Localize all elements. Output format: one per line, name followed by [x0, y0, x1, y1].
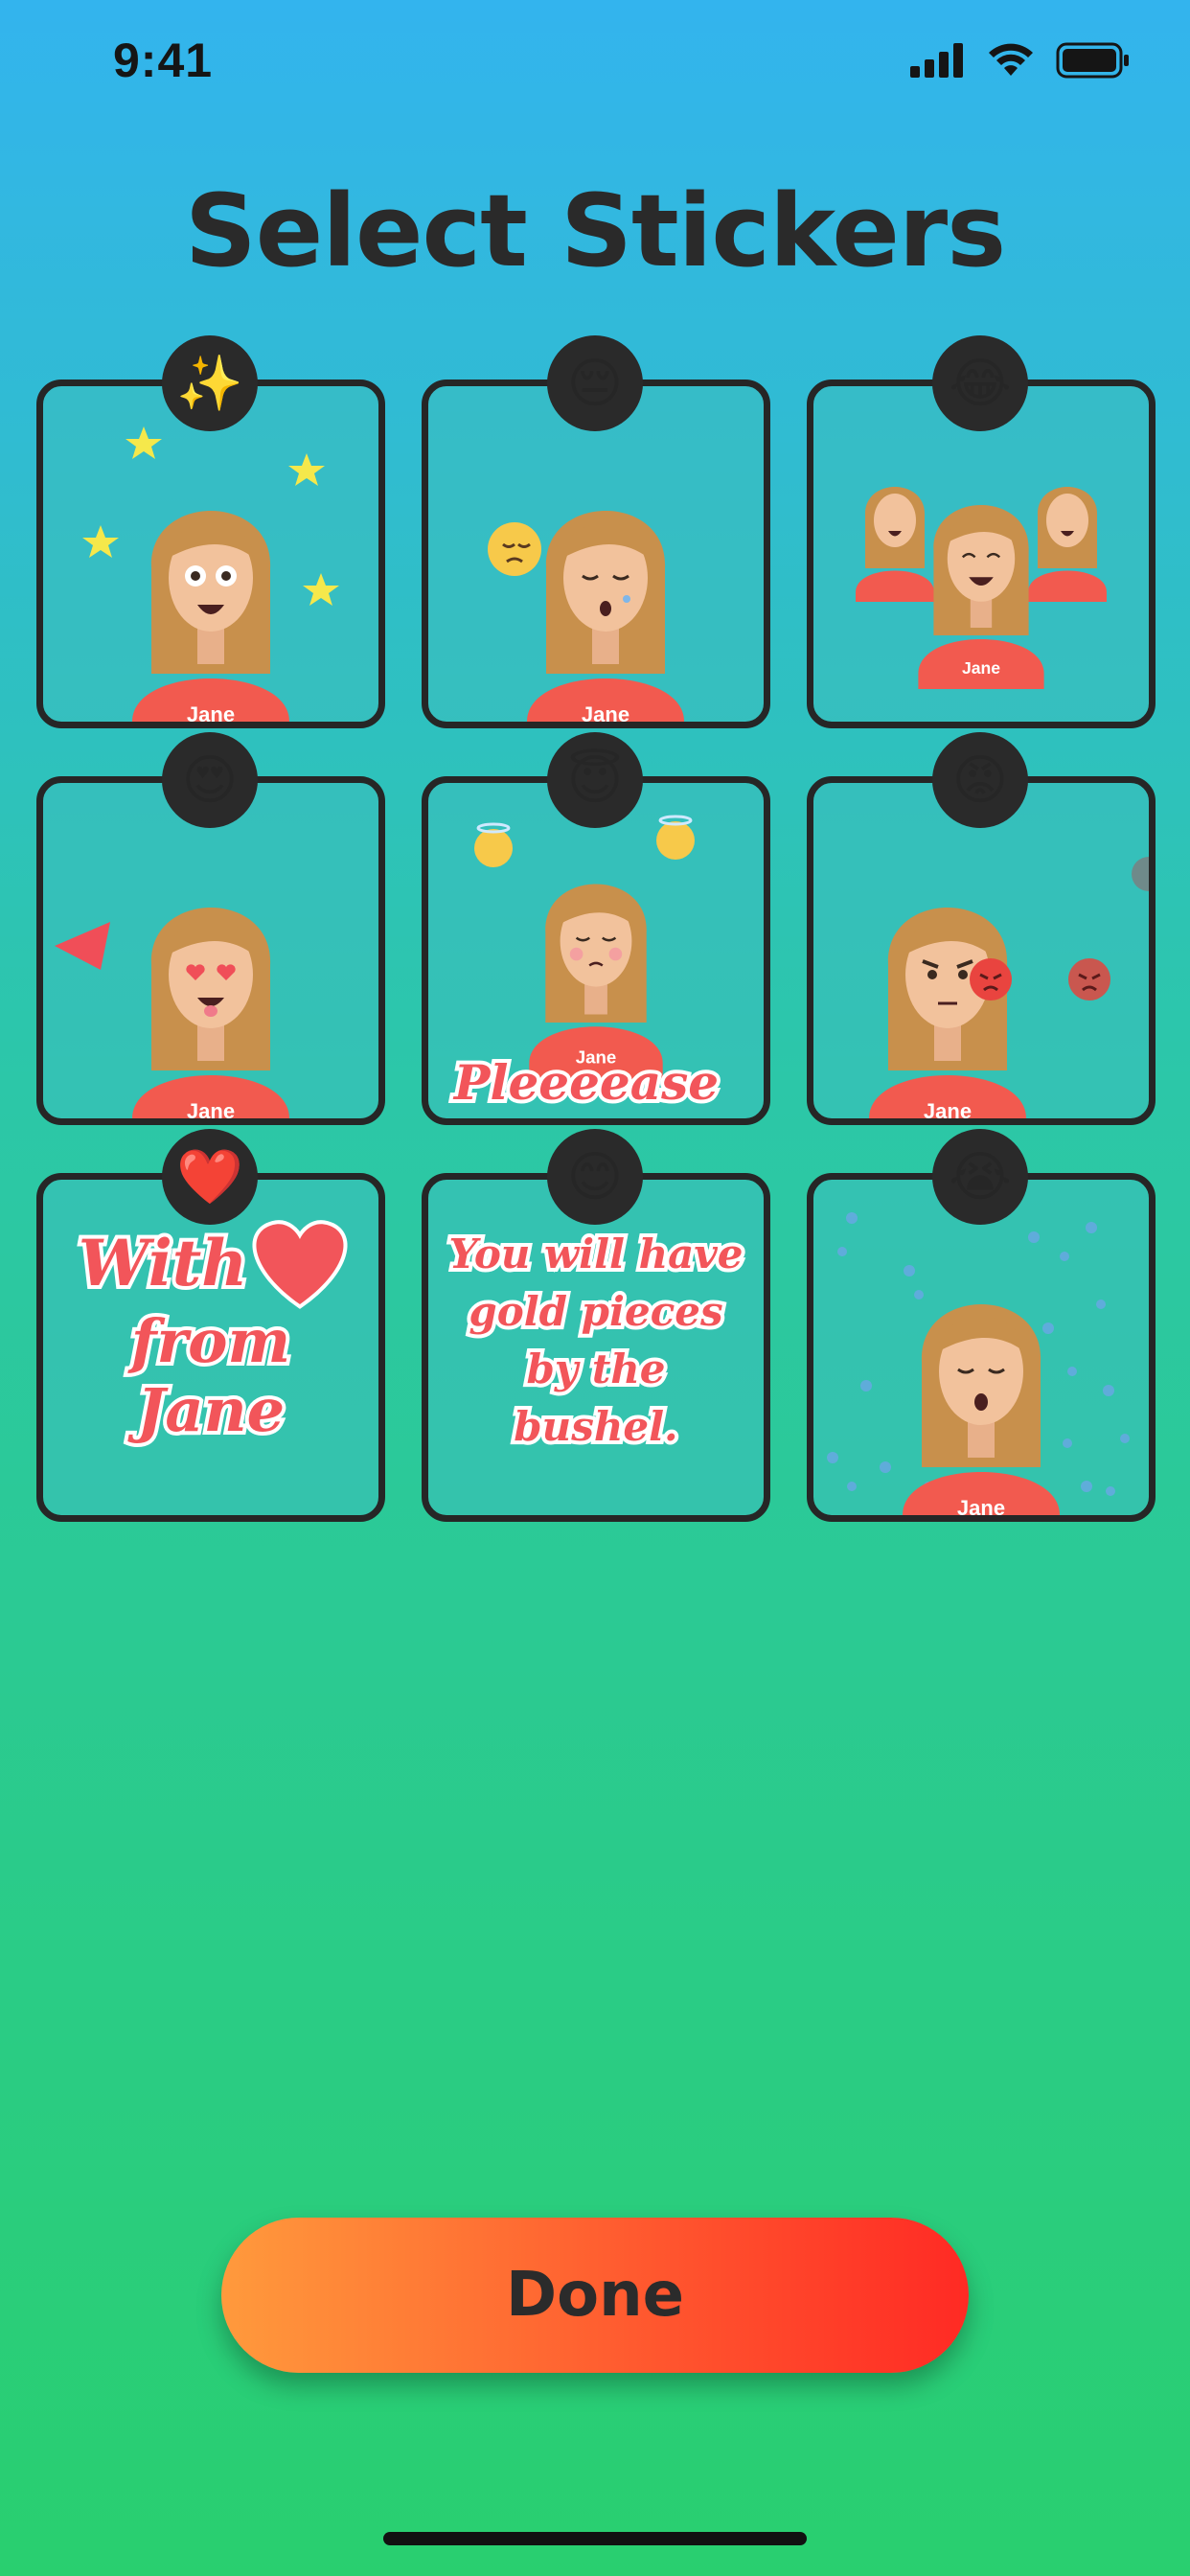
heart-icon: [252, 1220, 348, 1309]
sticker-card[interactable]: Jane: [36, 380, 385, 728]
sticker-line: gold pieces: [469, 1288, 722, 1335]
sticker-with-love[interactable]: ❤️ With from Jane: [36, 1129, 385, 1522]
sticker-line: With: [79, 1226, 248, 1300]
pensive-face-icon: [488, 522, 541, 576]
done-button[interactable]: Done: [221, 2218, 969, 2373]
sticker-card[interactable]: Jane: [36, 776, 385, 1125]
gold-pieces-sticker-art: You will have gold pieces by the bushel.: [445, 1227, 746, 1454]
star-icon: [126, 426, 162, 459]
sticker-line: from: [127, 1306, 290, 1376]
sticker-card[interactable]: You will have gold pieces by the bushel.: [422, 1173, 770, 1522]
status-icons: [910, 42, 1131, 79]
angry-face-badge-icon[interactable]: 😡: [932, 732, 1028, 828]
avatar: Jane: [132, 908, 289, 1118]
sticker-crying[interactable]: 😭 Jane: [807, 1129, 1156, 1522]
svg-text:Jane: Jane: [957, 1496, 1005, 1515]
page-title: Select Stickers: [184, 172, 1006, 289]
wifi-icon: [989, 43, 1033, 76]
avatar: Jane: [869, 908, 1026, 1118]
sparkle-sticker-art: Jane: [82, 426, 339, 722]
with-love-sticker-art: With from Jane: [75, 1220, 348, 1449]
crying-face-badge-icon[interactable]: 😭: [932, 1129, 1028, 1225]
sticker-card[interactable]: Jane: [807, 380, 1156, 728]
angry-face-icon: [970, 958, 1012, 1000]
avatar-small: [856, 487, 934, 602]
crying-sticker-art: Jane: [827, 1212, 1130, 1515]
pensive-face-badge-icon[interactable]: 😔: [547, 335, 643, 431]
sticker-line: by the: [526, 1346, 665, 1392]
avatar: Jane: [903, 1304, 1060, 1515]
angry-face-icon: [1068, 958, 1110, 1000]
laughing-sticker-art: Jane: [856, 487, 1107, 689]
sticker-grid: ✨ Jane 😔 Jane 😂 Jane 😍 Jane 😇 Jane Pleee…: [36, 335, 1156, 1524]
sticker-line: bushel.: [514, 1403, 677, 1450]
pleease-sticker-art: Jane Pleeeease: [448, 815, 722, 1115]
sticker-card[interactable]: Jane: [807, 776, 1156, 1125]
sticker-card[interactable]: Jane: [807, 1173, 1156, 1522]
avatar: Jane: [132, 511, 289, 722]
pensive-sticker-art: Jane: [488, 511, 684, 722]
sticker-line: Jane: [127, 1375, 285, 1445]
angry-face-icon: [1132, 857, 1149, 891]
heart-eyes-sticker-art: Jane: [55, 908, 289, 1118]
paper-plane-icon: [55, 922, 110, 970]
svg-text:Jane: Jane: [187, 702, 235, 722]
sticker-pensive[interactable]: 😔 Jane: [422, 335, 770, 728]
heart-eyes-badge-icon[interactable]: 😍: [162, 732, 258, 828]
status-time: 9:41: [113, 34, 214, 87]
status-bar: 9:41: [0, 0, 1190, 125]
avatar: Jane: [918, 505, 1044, 689]
sticker-heart-eyes[interactable]: 😍 Jane: [36, 732, 385, 1125]
avatar-small: [1028, 487, 1107, 602]
sticker-gold-pieces[interactable]: 😊 You will have gold pieces by the bushe…: [422, 1129, 770, 1522]
sticker-laughing[interactable]: 😂 Jane: [807, 335, 1156, 728]
sticker-caption: Pleeeease: [452, 1054, 719, 1111]
sticker-card[interactable]: Jane Pleeeease: [422, 776, 770, 1125]
home-indicator[interactable]: [383, 2532, 807, 2545]
svg-text:Jane: Jane: [924, 1099, 972, 1118]
halo-face-icon: [656, 815, 695, 860]
sticker-pleease[interactable]: 😇 Jane Pleeeease: [422, 732, 770, 1125]
laughing-tears-badge-icon[interactable]: 😂: [932, 335, 1028, 431]
svg-text:Jane: Jane: [187, 1099, 235, 1118]
halo-face-badge-icon[interactable]: 😇: [547, 732, 643, 828]
sticker-line: You will have: [448, 1230, 743, 1277]
smiling-face-badge-icon[interactable]: 😊: [547, 1129, 643, 1225]
star-icon: [82, 525, 119, 558]
sticker-card[interactable]: With from Jane: [36, 1173, 385, 1522]
sparkles-badge-icon[interactable]: ✨: [162, 335, 258, 431]
sticker-card[interactable]: Jane: [422, 380, 770, 728]
svg-text:Jane: Jane: [582, 702, 629, 722]
star-icon: [288, 453, 325, 486]
avatar: Jane: [529, 884, 663, 1080]
cellular-signal-icon: [910, 43, 963, 78]
star-icon: [303, 573, 339, 606]
svg-text:Jane: Jane: [962, 658, 1000, 678]
battery-icon: [1056, 42, 1129, 79]
sticker-angry[interactable]: 😡 Jane: [807, 732, 1156, 1125]
halo-face-icon: [474, 822, 513, 867]
angry-sticker-art: Jane: [869, 857, 1149, 1118]
heart-badge-icon[interactable]: ❤️: [162, 1129, 258, 1225]
sticker-sparkle[interactable]: ✨ Jane: [36, 335, 385, 728]
avatar: Jane: [527, 511, 684, 722]
